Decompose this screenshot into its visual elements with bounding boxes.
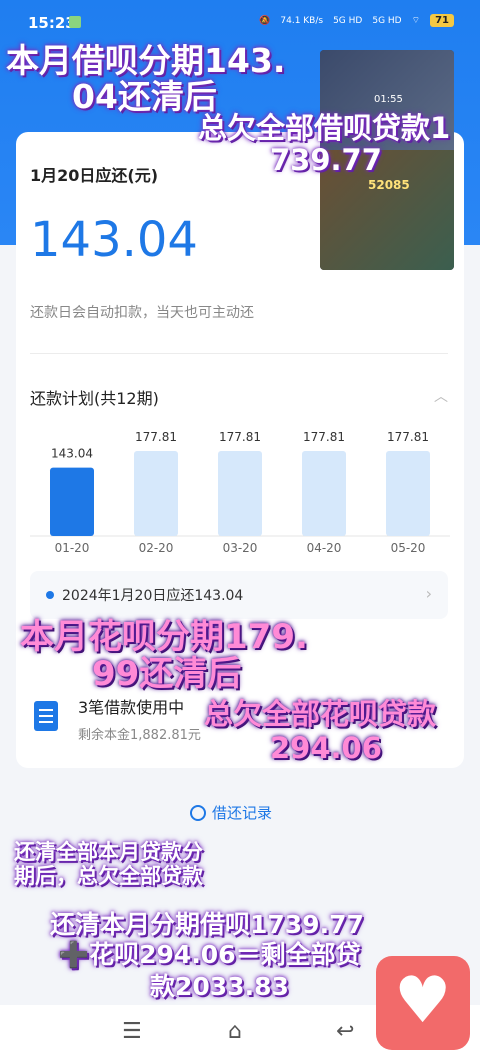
detail-text: 2024年1月20日应还143.04 xyxy=(62,588,244,604)
chart-value-label: 177.81 xyxy=(387,430,429,444)
overlay-text-12: ➕花呗294.06＝剩全部贷 xyxy=(58,940,361,969)
due-label: 1月20日应还(元) xyxy=(30,166,159,185)
signal-2: 5G HD xyxy=(372,15,402,26)
overlay-text-11: 还清本月分期借呗1739.77 xyxy=(50,910,364,939)
heart-app-icon[interactable] xyxy=(376,956,470,1050)
game-score: 52085 xyxy=(368,178,410,192)
wifi-icon: ⌔ xyxy=(411,16,421,26)
overlay-text-5: 本月花呗分期179. xyxy=(20,617,308,657)
battery-indicator: 71 xyxy=(430,14,454,27)
divider xyxy=(30,353,448,354)
overlay-text-6: 99还清后 xyxy=(92,654,242,694)
chart-value-label: 177.81 xyxy=(135,430,177,444)
chart-category-label: 01-20 xyxy=(55,541,90,555)
network-speed: 74.1 KB/s xyxy=(280,15,324,26)
bullet-dot xyxy=(46,591,54,599)
chart-bar[interactable] xyxy=(50,467,94,536)
home-icon[interactable]: ⌂ xyxy=(228,1019,242,1044)
chart-category-label: 05-20 xyxy=(391,541,426,555)
chart-bar[interactable] xyxy=(386,451,430,536)
overlay-text-13: 款2033.83 xyxy=(150,972,289,1001)
overlay-text-10: 期后，总欠全部贷款 xyxy=(14,864,203,888)
menu-icon[interactable]: ☰ xyxy=(122,1019,142,1044)
autopay-note: 还款日会自动扣款，当天也可主动还 xyxy=(30,305,254,321)
game-timer: 01:55 xyxy=(374,94,403,105)
chevron-right-icon: › xyxy=(425,584,432,603)
chart-category-label: 02-20 xyxy=(139,541,174,555)
chevron-up-icon[interactable]: ︿ xyxy=(434,386,448,406)
chart-value-label: 177.81 xyxy=(219,430,261,444)
records-link[interactable]: 借还记录 xyxy=(190,802,272,823)
overlay-text-2: 04还清后 xyxy=(72,77,217,116)
records-label: 借还记录 xyxy=(212,804,273,822)
overlay-text-7: 总欠全部花呗贷款 xyxy=(204,697,437,731)
overlay-text-9: 还清全部本月贷款分 xyxy=(14,840,203,864)
overlay-text-4: 739.77 xyxy=(270,143,382,177)
status-icons: 🔕 74.1 KB/s 5G HD 5G HD ⌔ 71 xyxy=(259,14,454,27)
loans-remaining: 剩余本金1,882.81元 xyxy=(78,728,201,743)
status-bar: 15:23 🔕 74.1 KB/s 5G HD 5G HD ⌔ 71 xyxy=(0,0,480,40)
chart-bar[interactable] xyxy=(134,451,178,536)
chart-category-label: 04-20 xyxy=(307,541,342,555)
overlay-text-8: 294.06 xyxy=(270,731,382,765)
repayment-chart: 143.04 01-20 177.81 02-20 177.81 03-20 177.81 0… xyxy=(30,430,450,555)
chart-value-label: 177.81 xyxy=(303,430,345,444)
overlay-text-3: 总欠全部借呗贷款1 xyxy=(198,111,451,145)
chart-value-label: 143.04 xyxy=(51,447,93,461)
chart-bar[interactable] xyxy=(302,451,346,536)
loan-document-icon xyxy=(34,701,58,731)
due-amount: 143.04 xyxy=(30,212,198,268)
chart-category-label: 03-20 xyxy=(223,541,258,555)
mute-icon: 🔕 xyxy=(259,15,271,26)
signal-1: 5G HD xyxy=(333,15,363,26)
chart-bar[interactable] xyxy=(218,451,262,536)
back-icon[interactable]: ↩ xyxy=(336,1019,354,1044)
notification-app-icon xyxy=(69,16,81,28)
due-detail-row[interactable]: 2024年1月20日应还143.04 › xyxy=(30,571,448,619)
loans-title: 3笔借款使用中 xyxy=(78,698,185,717)
records-icon xyxy=(190,804,206,821)
plan-title: 还款计划(共12期) xyxy=(30,389,159,408)
overlay-text-1: 本月借呗分期143. xyxy=(6,41,286,80)
